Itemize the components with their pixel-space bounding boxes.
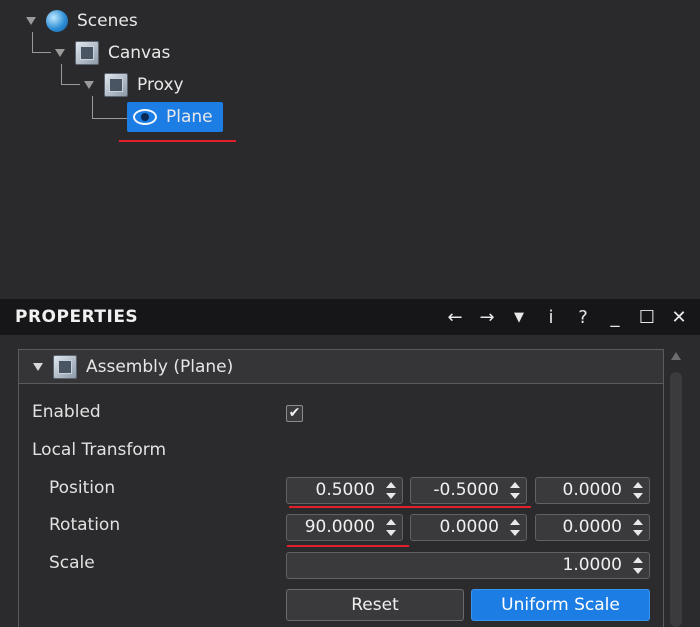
annotation-underline (289, 506, 531, 508)
spinner-icon[interactable] (510, 519, 520, 536)
info-icon[interactable]: i (542, 307, 560, 328)
annotation-underline (287, 545, 409, 547)
uniform-scale-button[interactable]: Uniform Scale (471, 589, 650, 621)
position-label: Position (49, 478, 116, 498)
spinner-icon[interactable] (633, 557, 643, 574)
position-x-field[interactable]: 0.5000 (286, 477, 403, 504)
position-z-value: 0.0000 (562, 480, 622, 500)
forward-arrow-icon[interactable]: → (478, 307, 496, 328)
rotation-z-value: 0.0000 (562, 517, 622, 537)
position-y-value: -0.5000 (433, 480, 499, 500)
globe-icon (46, 10, 68, 32)
assembly-icon (104, 73, 128, 97)
rotation-x-field[interactable]: 90.0000 (286, 514, 403, 541)
back-arrow-icon[interactable]: ← (446, 307, 464, 328)
position-x-value: 0.5000 (315, 480, 375, 500)
position-z-field[interactable]: 0.0000 (535, 477, 650, 504)
spinner-icon[interactable] (633, 482, 643, 499)
rotation-y-field[interactable]: 0.0000 (410, 514, 527, 541)
spinner-icon[interactable] (386, 519, 396, 536)
scale-value: 1.0000 (562, 555, 622, 575)
rotation-x-value: 90.0000 (304, 517, 375, 537)
expand-arrow-icon[interactable] (84, 81, 94, 89)
tree-connector (61, 64, 80, 85)
position-y-field[interactable]: -0.5000 (410, 477, 527, 504)
local-transform-label: Local Transform (32, 440, 167, 460)
panel-title: PROPERTIES (15, 307, 139, 327)
assembly-icon (75, 41, 99, 65)
expand-arrow-icon[interactable] (55, 49, 65, 57)
annotation-underline (119, 140, 236, 142)
tree-node-plane[interactable]: Plane (127, 102, 223, 132)
scene-tree-panel: Scenes Canvas Proxy Plane (0, 0, 700, 298)
assembly-section-header[interactable]: Assembly (Plane) (18, 349, 664, 384)
spinner-icon[interactable] (386, 482, 396, 499)
collapse-arrow-icon[interactable] (33, 362, 43, 371)
scrollbar[interactable] (670, 372, 682, 627)
expand-arrow-icon[interactable] (26, 17, 36, 25)
tree-node-scenes[interactable]: Scenes (26, 7, 138, 35)
close-icon[interactable]: ✕ (670, 307, 688, 328)
enabled-label: Enabled (32, 402, 101, 422)
rotation-z-field[interactable]: 0.0000 (535, 514, 650, 541)
help-icon[interactable]: ? (574, 307, 592, 328)
maximize-icon[interactable]: ☐ (638, 307, 656, 328)
tree-node-canvas[interactable]: Canvas (55, 39, 170, 67)
spinner-icon[interactable] (633, 519, 643, 536)
tree-connector (92, 96, 127, 119)
tree-node-label: Plane (166, 107, 213, 127)
scroll-up-arrow-icon[interactable] (671, 352, 681, 360)
rotation-label: Rotation (49, 515, 121, 535)
eye-icon (133, 109, 157, 125)
minimize-icon[interactable]: _ (606, 307, 624, 328)
tree-node-proxy[interactable]: Proxy (84, 71, 184, 99)
spinner-icon[interactable] (510, 482, 520, 499)
assembly-icon (53, 354, 77, 379)
tree-connector (32, 32, 51, 53)
header-toolbar: ← → ▼ i ? _ ☐ ✕ (446, 299, 688, 335)
scale-label: Scale (49, 553, 95, 573)
dropdown-arrow-icon[interactable]: ▼ (510, 310, 528, 325)
tree-node-label: Scenes (77, 11, 138, 31)
reset-button[interactable]: Reset (286, 589, 464, 621)
scale-field[interactable]: 1.0000 (286, 552, 650, 579)
properties-header: PROPERTIES ← → ▼ i ? _ ☐ ✕ (0, 299, 700, 335)
tree-node-label: Canvas (108, 43, 171, 63)
assembly-title: Assembly (Plane) (86, 356, 234, 377)
enabled-checkbox[interactable]: ✔ (286, 405, 303, 422)
rotation-y-value: 0.0000 (439, 517, 499, 537)
tree-node-label: Proxy (137, 75, 184, 95)
